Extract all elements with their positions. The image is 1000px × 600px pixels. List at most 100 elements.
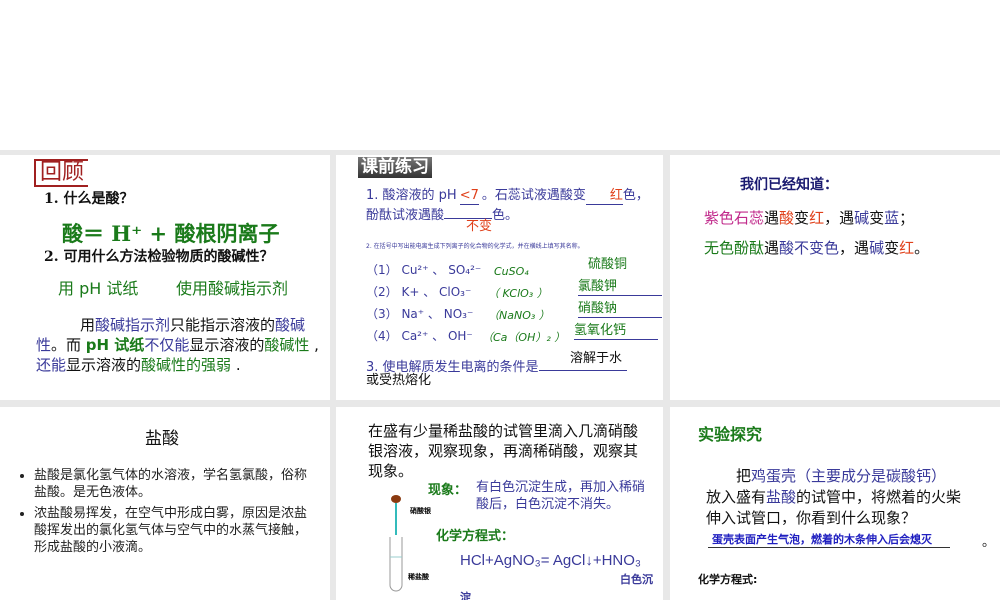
acid-formula: 酸＝ H⁺ + 酸根阴离子 (62, 221, 280, 246)
ion-row: （2） K+ 、 ClO₃⁻ (366, 285, 471, 300)
slide-4[interactable]: 盐酸 盐酸是氯化氢气体的水溶液，学名氢氯酸，俗称盐酸。是无色液体。 浓盐酸易挥发… (0, 407, 330, 600)
slide-title: 盐酸 (145, 429, 179, 449)
slide-title: 课前练习 (358, 157, 432, 179)
t: 1. 酸溶液的 pH (366, 188, 457, 203)
dropper-label: 硝酸银 (410, 507, 431, 515)
answer-unchanged: 不变 (466, 219, 493, 234)
t: pH 试纸 (85, 336, 145, 354)
t: 。石蕊试液遇酸变 (481, 188, 586, 203)
t: 性 (294, 336, 310, 354)
question-1: 1. 什么是酸？ (44, 191, 134, 207)
bullet-list: 盐酸是氯化氢气体的水溶液，学名氢氯酸，俗称盐酸。是无色液体。 浓盐酸易挥发，在空… (20, 467, 310, 556)
bullet-item: 浓盐酸易挥发，在空气中形成白雾，原因是浓盐酸挥发出的氯化氢气体与空气中的水蒸气接… (34, 505, 310, 556)
t: 显示溶液的 (66, 356, 142, 374)
t: 还能 (36, 356, 67, 374)
test-tube-dropper-icon (389, 495, 403, 592)
compound-name: 硫酸铜 (588, 257, 628, 272)
compound-formula: CuSO₄ (494, 265, 529, 278)
t: 无色酚酞 (704, 239, 765, 257)
t: 色。 (492, 208, 519, 223)
answer-melt: 或受热熔化 (366, 373, 432, 388)
slide-title: 我们已经知道： (740, 177, 838, 193)
t: 不仅能 (144, 336, 190, 354)
slide-6[interactable]: 实验探究 把鸡蛋壳（主要成分是碳酸钙） 放入盛有盐酸的试管中，将燃着的火柴 伸入… (670, 407, 1000, 600)
exercise-line-1: 1. 酸溶液的 pH <7 。石蕊试液遇酸变 红色， (366, 188, 649, 206)
slide-3[interactable]: 我们已经知道： 紫色石蕊遇酸变红，遇碱变蓝； 无色酚酞遇酸不变色，遇碱变红。 (670, 155, 1000, 400)
t: 变 (869, 209, 885, 227)
t: 酚酞试液遇酸 (366, 208, 445, 223)
slide-2[interactable]: 课前练习 1. 酸溶液的 pH <7 。石蕊试液遇酸变 红色， 酚酞试液遇酸 色。 不变… (336, 155, 663, 400)
t: 碱 (854, 209, 870, 227)
ions: （1） Cu²⁺ 、 SO₄²⁻ (366, 263, 482, 277)
ions: （4） Ca²⁺ 、 OH⁻ (366, 329, 473, 343)
precipitate-note-2: 淀 (460, 591, 471, 600)
t: 把 (736, 467, 752, 485)
answer-red: 红 (585, 188, 623, 206)
egg-line-3: 伸入试管口，你看到什么现象？ (706, 509, 917, 527)
t: . (231, 356, 241, 374)
answer-dissolve: 溶解于水 (570, 351, 623, 366)
ions: （2） K+ 、 ClO₃⁻ (366, 285, 472, 299)
equation-label: 化学方程式: (698, 573, 758, 586)
litmus-line: 紫色石蕊遇酸变红，遇碱变蓝； (704, 209, 914, 228)
tube-label: 稀盐酸 (408, 573, 429, 581)
t: 鸡蛋壳（主要成分是碳酸钙） (751, 467, 947, 485)
t: 酸碱指示剂 (95, 316, 171, 334)
t: 的试管中，将燃着的火柴 (796, 488, 962, 506)
answer-indicator: 使用酸碱指示剂 (176, 279, 289, 298)
phenomenon-text: 有白色沉淀生成，再加入稀硝酸后，白色沉淀不消失。 (476, 480, 646, 512)
slide-1[interactable]: 回顾 1. 什么是酸？ 酸＝ H⁺ + 酸根阴离子 2. 可用什么方法检验物质的… (0, 155, 330, 400)
t: 变 (884, 239, 900, 257)
compound-name: 氯酸钾 (578, 279, 662, 297)
precipitate-note: 白色沉 (620, 573, 653, 586)
t: 只能指示溶液的 (170, 316, 276, 334)
t: 遇 (764, 239, 780, 257)
slide-5[interactable]: 在盛有少量稀盐酸的试管里滴入几滴硝酸银溶液，观察现象，再滴稀硝酸，观察其现象。 … (336, 407, 663, 600)
t: 红 (899, 239, 915, 257)
answer-ph: <7 (459, 188, 479, 206)
t: 性 (36, 336, 52, 354)
phenomenon-label: 现象： (428, 483, 468, 498)
t: 变 (794, 209, 810, 227)
egg-line-2: 放入盛有盐酸的试管中，将燃着的火柴 (706, 488, 961, 507)
ions: （3） Na⁺ 、 NO₃⁻ (366, 307, 474, 321)
t: 红 (809, 209, 825, 227)
question-2: 2. 可用什么方法检验物质的酸碱性？ (44, 249, 274, 265)
compound-name: 硝酸钠 (578, 301, 662, 319)
t: 酸碱 (275, 316, 306, 334)
t: ； (899, 209, 915, 227)
equation-label: 化学方程式： (436, 529, 515, 544)
t: 酸碱性的强弱 (141, 356, 232, 374)
t: 酸不变色 (779, 239, 840, 257)
compound-name: 氢氧化钙 (574, 323, 658, 341)
compound-formula: （Ca（OH）₂ ） (482, 331, 566, 344)
summary-paragraph: 用酸碱指示剂只能指示溶液的酸碱性。而 pH 试纸不仅能显示溶液的酸碱性 , 还能… (36, 315, 330, 375)
ion-row: （3） Na⁺ 、 NO₃⁻ (366, 307, 473, 322)
blank (444, 205, 493, 219)
t: 蓝 (884, 209, 900, 227)
ion-row: （4） Ca²⁺ 、 OH⁻ (366, 329, 473, 344)
chemical-equation: HCl+AgNO₃= AgCl↓+HNO₃ (460, 552, 642, 569)
egg-line-1: 把鸡蛋壳（主要成分是碳酸钙） (736, 467, 946, 486)
t: 遇 (764, 209, 780, 227)
instruction: 2. 在括号中写出能电离生成下列离子的化合物的化学式，并在横线上填写其名称。 (366, 243, 584, 250)
slide-title: 实验探究 (698, 425, 763, 444)
answer-ph-paper: 用 pH 试纸 (58, 279, 139, 298)
t: 。 (914, 239, 930, 257)
t: 放入盛有 (706, 488, 767, 506)
compound-formula: （ KClO₃ ） (488, 287, 548, 300)
t: ，遇 (839, 239, 870, 257)
t: 色， (622, 188, 649, 203)
compound-formula: （NaNO₃ ） (488, 309, 550, 322)
ion-row: （1） Cu²⁺ 、 SO₄²⁻ (366, 263, 481, 278)
t: 酸碱 (264, 336, 295, 354)
t: 碱 (869, 239, 885, 257)
t: , (309, 336, 319, 354)
t: 显示溶液的 (189, 336, 265, 354)
slide-title: 回顾 (34, 159, 89, 187)
phenolphthalein-line: 无色酚酞遇酸不变色，遇碱变红。 (704, 239, 929, 258)
t: 用 (80, 316, 96, 334)
experiment-text: 在盛有少量稀盐酸的试管里滴入几滴硝酸银溶液，观察现象，再滴稀硝酸，观察其现象。 (368, 422, 639, 480)
answer-text: 蛋壳表面产生气泡，燃着的木条伸入后会熄灭 (708, 533, 950, 548)
t: 盐酸 (766, 488, 797, 506)
